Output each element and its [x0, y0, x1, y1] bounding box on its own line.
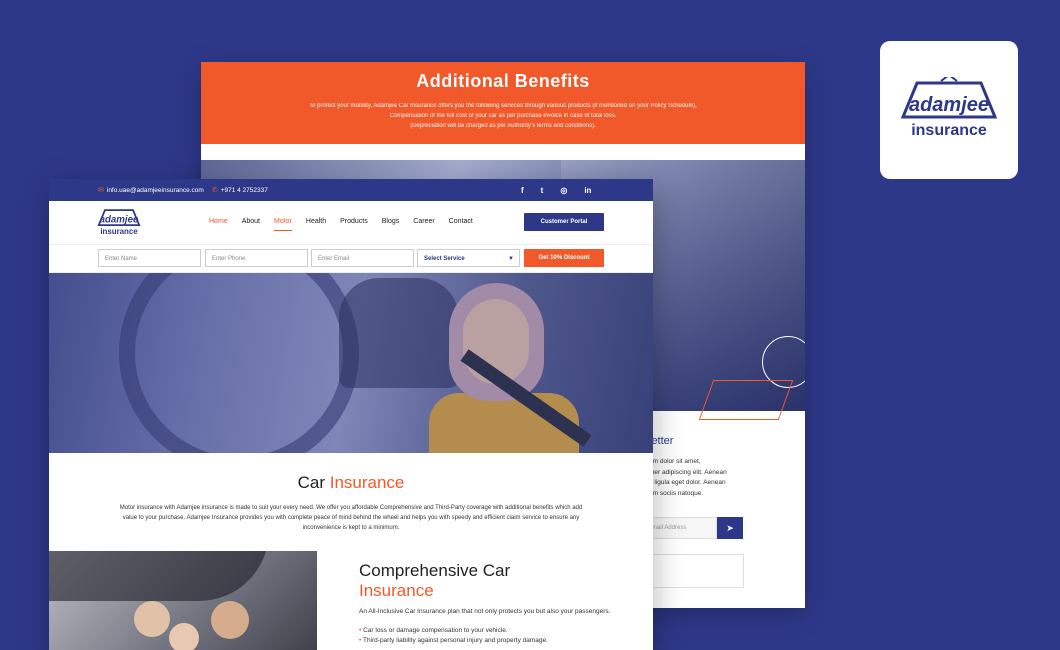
banner-line-1: To protect your mobility, Adamjee Car In… — [309, 103, 697, 109]
linkedin-icon[interactable]: in — [584, 186, 591, 195]
nav-contact[interactable]: Contact — [449, 218, 473, 225]
header-logo-tagline: insurance — [100, 227, 138, 236]
comprehensive-bullets: Car loss or damage compensation to your … — [359, 626, 619, 646]
nav-health[interactable]: Health — [306, 218, 326, 225]
facebook-icon[interactable]: f — [521, 186, 524, 195]
send-icon[interactable]: ➤ — [717, 517, 743, 539]
banner-line-3: (Depreciation will be charged as per Aut… — [410, 123, 596, 129]
front-page-screenshot: ✉ info.uae@adamjeeinsurance.com ✆ +971 4… — [49, 179, 653, 650]
nav-about[interactable]: About — [242, 218, 260, 225]
newsletter-line: o ligula eget dolor. Aenean — [649, 479, 726, 486]
nav-home[interactable]: Home — [209, 218, 228, 225]
header-logo[interactable]: adamjee insurance — [97, 207, 141, 237]
newsletter-line: um sociis natoque. — [649, 489, 704, 497]
newsletter-textbox[interactable] — [649, 554, 744, 588]
car-insurance-intro: Car Insurance Motor insurance with Adamj… — [49, 453, 653, 533]
intro-title-accent: Insurance — [329, 473, 405, 492]
banner-line-2: Compensation of the full cost of your ca… — [389, 113, 617, 119]
comprehensive-title-plain: Comprehensive Car — [359, 561, 511, 580]
main-header: adamjee insurance Home About Motor Healt… — [49, 201, 653, 245]
logo-brand-text: adamjee — [909, 94, 989, 116]
newsletter-title: letter — [649, 435, 674, 447]
intro-title: Car Insurance — [49, 473, 653, 493]
service-select[interactable]: Select Service ▼ — [417, 249, 520, 267]
additional-benefits-banner: Additional Benefits To protect your mobi… — [201, 62, 805, 144]
instagram-icon[interactable]: ◎ — [560, 186, 567, 195]
decorative-frame — [698, 380, 794, 420]
nav-motor[interactable]: Motor — [273, 218, 292, 231]
comprehensive-title-accent: Insurance — [359, 581, 434, 600]
contact-email[interactable]: info.uae@adamjeeinsurance.com — [107, 187, 204, 194]
comprehensive-section: Comprehensive Car Insurance An All-Inclus… — [359, 561, 619, 646]
nav-blogs[interactable]: Blogs — [382, 218, 400, 225]
photo-person — [134, 601, 170, 637]
main-nav: Home About Motor Health Products Blogs C… — [209, 218, 487, 231]
nav-products[interactable]: Products — [340, 218, 368, 225]
email-input[interactable]: Enter Email — [311, 249, 414, 267]
hero-image — [49, 273, 653, 453]
contact-topbar: ✉ info.uae@adamjeeinsurance.com ✆ +971 4… — [49, 179, 653, 201]
phone-icon: ✆ — [211, 187, 218, 194]
adamjee-logo: adamjee insurance — [900, 77, 998, 139]
quote-form: Enter Name Enter Phone Enter Email Selec… — [49, 245, 653, 273]
list-item: Car loss or damage compensation to your … — [359, 626, 619, 636]
intro-body: Motor insurance with Adamjee insurance i… — [119, 505, 583, 531]
get-discount-button[interactable]: Get 10% Discount — [524, 249, 604, 267]
newsletter-line: tuer adipiscing elit. Aenean — [649, 468, 727, 476]
twitter-icon[interactable]: t — [541, 186, 544, 195]
intro-title-plain: Car — [297, 473, 330, 492]
newsletter-email-input[interactable]: mail Address — [649, 517, 717, 539]
adamjee-logo-card: adamjee insurance — [880, 41, 1018, 179]
contact-phone[interactable]: +971 4 2752337 — [221, 187, 268, 194]
nav-career[interactable]: Career — [413, 218, 434, 225]
service-select-value: Select Service — [424, 256, 465, 262]
list-item: Third-party liability against personal i… — [359, 636, 619, 646]
comprehensive-description: An All-Inclusive Car Insurance plan that… — [359, 608, 611, 615]
photo-person — [169, 623, 199, 650]
header-logo-brand: adamjee — [100, 214, 139, 225]
photo-person — [211, 601, 249, 639]
comprehensive-title: Comprehensive Car Insurance — [359, 561, 619, 601]
logo-tagline-text: insurance — [911, 122, 987, 139]
chevron-down-icon: ▼ — [508, 256, 514, 262]
family-car-photo — [49, 551, 317, 650]
newsletter-section: letter um dolor sit amet, tuer adipiscin… — [649, 435, 805, 499]
photo-car-roof — [49, 551, 269, 601]
social-links: f t ◎ in — [521, 179, 591, 201]
email-icon: ✉ — [98, 187, 104, 194]
customer-portal-button[interactable]: Customer Portal — [524, 213, 604, 231]
newsletter-line: um dolor sit amet, — [649, 458, 701, 465]
name-input[interactable]: Enter Name — [98, 249, 201, 267]
banner-title: Additional Benefits — [416, 71, 590, 91]
hero-tint — [49, 273, 653, 453]
phone-input[interactable]: Enter Phone — [205, 249, 308, 267]
